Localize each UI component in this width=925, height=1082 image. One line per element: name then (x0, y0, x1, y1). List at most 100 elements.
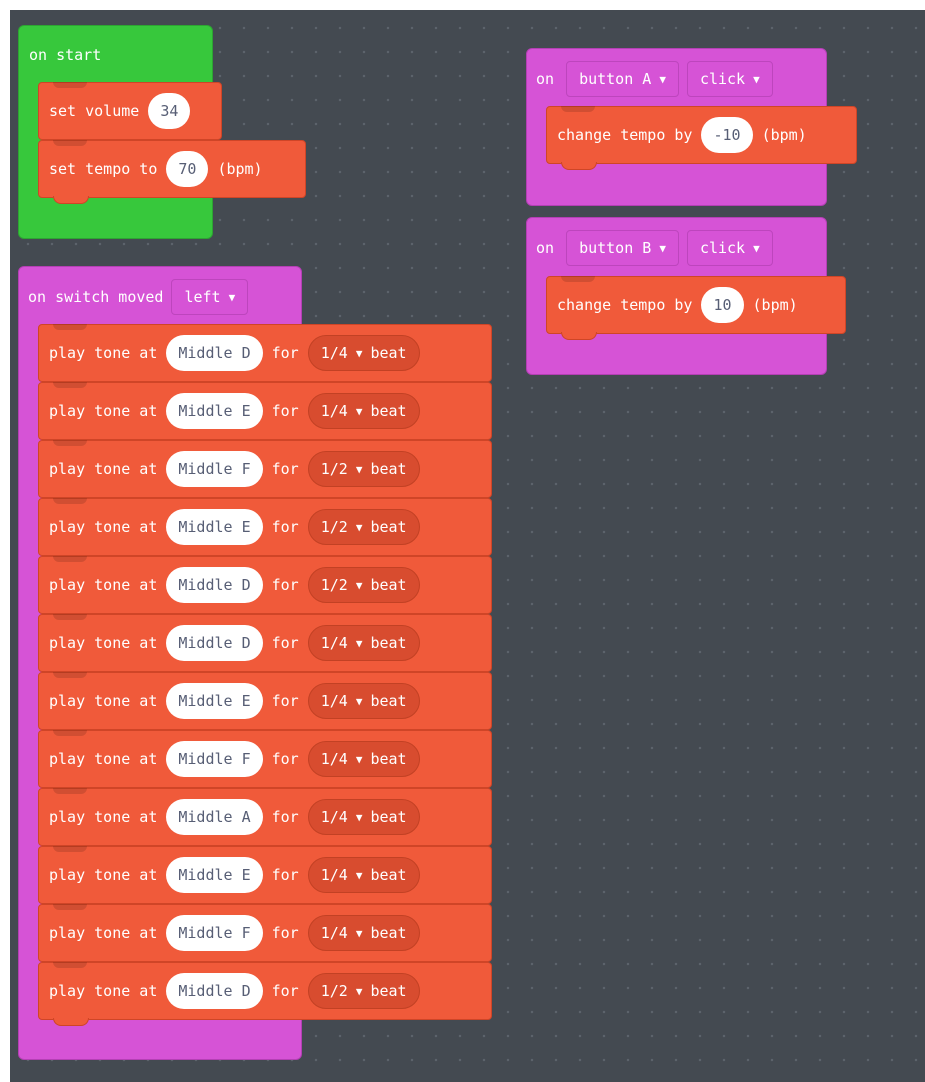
play-tone-label: play tone at (49, 402, 158, 420)
play-tone-label: play tone at (49, 808, 158, 826)
play-tone-label: play tone at (49, 750, 158, 768)
on-label-a: on (536, 70, 555, 88)
note-input[interactable]: Middle F (166, 451, 263, 487)
volume-input[interactable]: 34 (148, 93, 191, 129)
for-label: for (271, 460, 299, 478)
note-input[interactable]: Middle D (166, 335, 263, 371)
tempo-change-b-input[interactable]: 10 (701, 287, 744, 323)
beat-value: 1/4 (320, 344, 348, 362)
beat-dropdown[interactable]: 1/2 ▼ beat (307, 567, 420, 603)
chevron-down-icon: ▼ (355, 636, 363, 650)
play-tone-label: play tone at (49, 866, 158, 884)
change-tempo-a-block[interactable]: change tempo by -10 (bpm) (546, 106, 857, 170)
play-tone-block[interactable]: play tone at Middle F for 1/4 ▼ beat (38, 730, 492, 788)
button-a-dropdown[interactable]: button A ▼ (566, 61, 679, 97)
play-tone-block[interactable]: play tone at Middle D for 1/4 ▼ beat (38, 614, 492, 672)
beat-value: 1/4 (320, 692, 348, 710)
note-input[interactable]: Middle D (166, 567, 263, 603)
note-input[interactable]: Middle D (166, 973, 263, 1009)
beat-value: 1/4 (320, 634, 348, 652)
play-tone-label: play tone at (49, 924, 158, 942)
beat-dropdown[interactable]: 1/4 ▼ beat (307, 799, 420, 835)
chevron-down-icon: ▼ (659, 72, 666, 86)
beat-dropdown[interactable]: 1/2 ▼ beat (307, 509, 420, 545)
for-label: for (271, 750, 299, 768)
play-tone-block[interactable]: play tone at Middle A for 1/4 ▼ beat (38, 788, 492, 846)
beat-dropdown[interactable]: 1/4 ▼ beat (307, 683, 420, 719)
change-tempo-a-label: change tempo by (557, 126, 693, 144)
beat-dropdown[interactable]: 1/4 ▼ beat (307, 915, 420, 951)
chevron-down-icon: ▼ (753, 241, 760, 255)
set-volume-block[interactable]: set volume 34 (38, 82, 222, 140)
beat-unit-label: beat (370, 634, 407, 652)
beat-unit-label: beat (370, 576, 407, 594)
play-tone-label: play tone at (49, 576, 158, 594)
chevron-down-icon: ▼ (355, 926, 363, 940)
blocks-workspace[interactable]: on start set volume 34 set tempo to 70 (… (10, 10, 925, 1082)
switch-direction-value: left (184, 288, 221, 306)
chevron-down-icon: ▼ (753, 72, 760, 86)
change-tempo-b-label: change tempo by (557, 296, 693, 314)
note-input[interactable]: Middle E (166, 509, 263, 545)
note-input[interactable]: Middle D (166, 625, 263, 661)
note-input[interactable]: Middle F (166, 741, 263, 777)
play-tone-block[interactable]: play tone at Middle D for 1/2 ▼ beat (38, 962, 492, 1026)
beat-unit-label: beat (370, 402, 407, 420)
on-switch-moved-label: on switch moved (28, 288, 164, 306)
play-tone-block[interactable]: play tone at Middle E for 1/2 ▼ beat (38, 498, 492, 556)
play-tone-block[interactable]: play tone at Middle D for 1/4 ▼ beat (38, 324, 492, 382)
beat-dropdown[interactable]: 1/2 ▼ beat (307, 973, 420, 1009)
beat-dropdown[interactable]: 1/4 ▼ beat (307, 625, 420, 661)
for-label: for (271, 924, 299, 942)
button-b-value: button B (579, 239, 652, 257)
tempo-input[interactable]: 70 (166, 151, 209, 187)
play-tone-block[interactable]: play tone at Middle F for 1/4 ▼ beat (38, 904, 492, 962)
note-input[interactable]: Middle F (166, 915, 263, 951)
set-tempo-block[interactable]: set tempo to 70 (bpm) (38, 140, 306, 204)
beat-dropdown[interactable]: 1/4 ▼ beat (307, 335, 420, 371)
beat-value: 1/4 (320, 402, 348, 420)
click-a-dropdown[interactable]: click ▼ (686, 61, 773, 97)
beat-dropdown[interactable]: 1/4 ▼ beat (307, 393, 420, 429)
chevron-down-icon: ▼ (355, 984, 363, 998)
note-input[interactable]: Middle E (166, 683, 263, 719)
for-label: for (271, 982, 299, 1000)
beat-dropdown[interactable]: 1/2 ▼ beat (307, 451, 420, 487)
beat-dropdown[interactable]: 1/4 ▼ beat (307, 741, 420, 777)
beat-value: 1/4 (320, 924, 348, 942)
beat-value: 1/2 (320, 518, 348, 536)
for-label: for (271, 402, 299, 420)
click-b-value: click (699, 239, 746, 257)
play-tone-label: play tone at (49, 982, 158, 1000)
tempo-change-a-input[interactable]: -10 (701, 117, 753, 153)
for-label: for (271, 518, 299, 536)
beat-unit-label: beat (370, 866, 407, 884)
button-b-dropdown[interactable]: button B ▼ (566, 230, 679, 266)
note-input[interactable]: Middle A (166, 799, 263, 835)
set-tempo-label: set tempo to (49, 160, 158, 178)
note-input[interactable]: Middle E (166, 857, 263, 893)
play-tone-block[interactable]: play tone at Middle E for 1/4 ▼ beat (38, 382, 492, 440)
play-tone-label: play tone at (49, 344, 158, 362)
chevron-down-icon: ▼ (355, 868, 363, 882)
play-tone-label: play tone at (49, 634, 158, 652)
beat-value: 1/4 (320, 808, 348, 826)
play-tone-block[interactable]: play tone at Middle E for 1/4 ▼ beat (38, 846, 492, 904)
click-a-value: click (699, 70, 746, 88)
chevron-down-icon: ▼ (355, 694, 363, 708)
beat-dropdown[interactable]: 1/4 ▼ beat (307, 857, 420, 893)
on-label-b: on (536, 239, 555, 257)
play-tone-block[interactable]: play tone at Middle D for 1/2 ▼ beat (38, 556, 492, 614)
play-tone-block[interactable]: play tone at Middle E for 1/4 ▼ beat (38, 672, 492, 730)
switch-direction-dropdown[interactable]: left ▼ (171, 279, 249, 315)
change-tempo-b-block[interactable]: change tempo by 10 (bpm) (546, 276, 846, 340)
beat-value: 1/2 (320, 576, 348, 594)
chevron-down-icon: ▼ (355, 462, 363, 476)
note-input[interactable]: Middle E (166, 393, 263, 429)
click-b-dropdown[interactable]: click ▼ (686, 230, 773, 266)
play-tone-block[interactable]: play tone at Middle F for 1/2 ▼ beat (38, 440, 492, 498)
play-tone-label: play tone at (49, 518, 158, 536)
play-tone-label: play tone at (49, 692, 158, 710)
chevron-down-icon: ▼ (228, 290, 236, 304)
beat-value: 1/4 (320, 750, 348, 768)
